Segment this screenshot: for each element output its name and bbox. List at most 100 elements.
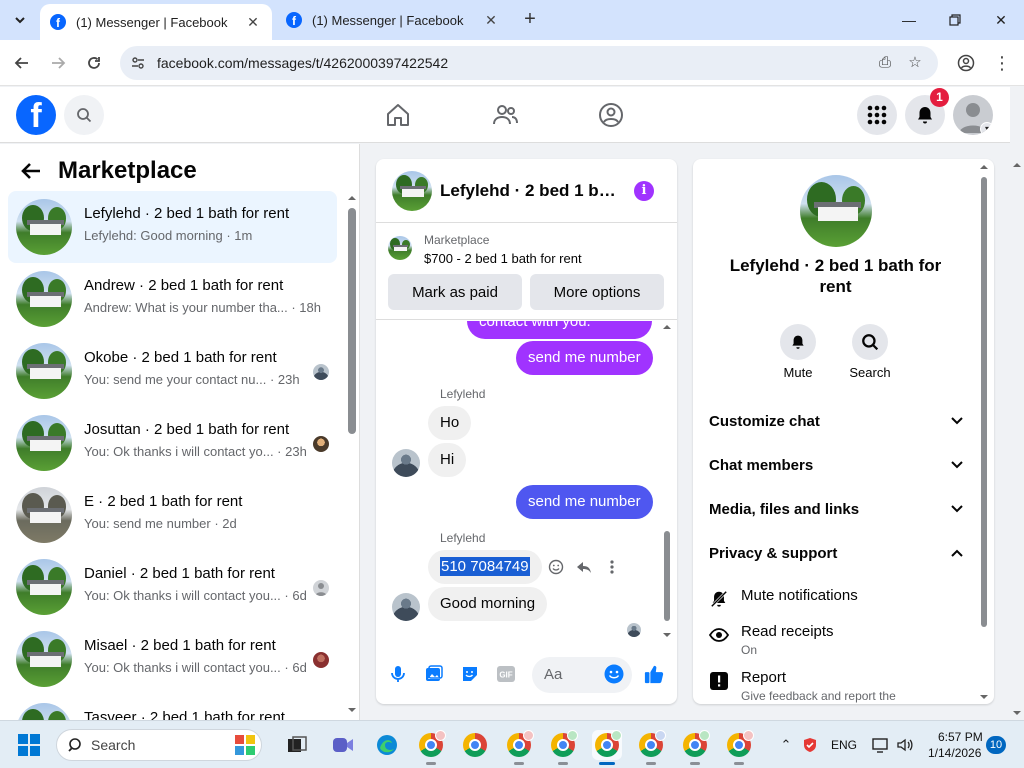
back-arrow-icon[interactable] (20, 160, 42, 182)
profile-button[interactable] (954, 51, 978, 75)
site-info-icon[interactable] (130, 55, 146, 71)
chevron-up-icon[interactable]: ⌃ (777, 736, 795, 754)
chrome-window-7[interactable] (680, 730, 710, 765)
browser-tab-1[interactable]: f (1) Messenger | Facebook ✕ (40, 4, 272, 40)
thumbs-up-icon[interactable] (644, 664, 664, 684)
sticker-icon[interactable] (460, 664, 480, 684)
chrome-window-6[interactable] (636, 730, 666, 765)
scroll-down-arrow-icon[interactable] (662, 631, 672, 639)
sender-avatar[interactable] (392, 449, 420, 477)
scrollbar-thumb[interactable] (981, 177, 987, 627)
mute-button[interactable] (780, 324, 816, 360)
bookmark-star-icon[interactable]: ☆ (906, 54, 924, 72)
forward-button[interactable] (46, 51, 70, 75)
chrome-window-2[interactable] (460, 730, 490, 760)
restore-button[interactable] (940, 8, 970, 32)
conversation-item[interactable]: Josuttan · 2 bed 1 bath for rent You: Ok… (8, 407, 337, 479)
notification-center-badge[interactable]: 10 (986, 736, 1006, 754)
clock-time[interactable]: 6:57 PM (938, 730, 983, 744)
task-view-icon[interactable] (282, 730, 312, 760)
scroll-down-arrow-icon[interactable] (348, 706, 356, 714)
close-window-button[interactable]: ✕ (986, 8, 1016, 32)
clock-date[interactable]: 1/14/2026 (928, 746, 981, 760)
back-button[interactable] (10, 51, 34, 75)
chrome-window-4[interactable] (548, 730, 578, 765)
microphone-icon[interactable] (388, 664, 408, 684)
groups-nav-button[interactable] (597, 101, 625, 129)
account-avatar[interactable]: ▾ (953, 95, 993, 135)
info-panel-scrollbar[interactable] (978, 163, 990, 703)
conversation-item[interactable]: Daniel · 2 bed 1 bath for rent You: Ok t… (8, 551, 337, 623)
reply-icon[interactable] (574, 557, 594, 577)
vpn-shield-icon[interactable] (801, 736, 819, 754)
sender-avatar[interactable] (392, 593, 420, 621)
message-incoming[interactable]: Good morning (428, 587, 548, 621)
chat-title[interactable]: Lefylehd · 2 bed 1 ba... (440, 181, 620, 201)
browser-tab-2[interactable]: f (1) Messenger | Facebook ✕ (276, 4, 510, 36)
conversation-item[interactable]: Lefylehd · 2 bed 1 bath for rent Lefyleh… (8, 191, 337, 263)
conversation-list-scrollbar[interactable] (348, 194, 356, 714)
mark-as-paid-button[interactable]: Mark as paid (388, 274, 522, 310)
section-privacy-support[interactable]: Privacy & support (709, 541, 964, 565)
close-tab-icon[interactable]: ✕ (482, 11, 500, 29)
install-app-icon[interactable]: ⎙ (876, 54, 894, 72)
home-nav-button[interactable] (384, 101, 412, 129)
facebook-search-button[interactable] (64, 95, 104, 135)
listing-title[interactable]: $700 - 2 bed 1 bath for rent (424, 251, 582, 266)
close-tab-icon[interactable]: ✕ (244, 13, 262, 31)
message-incoming[interactable]: Ho (428, 406, 472, 440)
more-options-button[interactable]: More options (530, 274, 664, 310)
scroll-down-arrow-icon[interactable] (1010, 708, 1024, 718)
message-incoming[interactable]: Hi (428, 443, 467, 477)
chrome-window-5[interactable] (592, 730, 622, 765)
profile-thumbnail[interactable] (800, 175, 872, 247)
page-scrollbar[interactable] (1010, 160, 1024, 718)
search-in-conversation-button[interactable] (852, 324, 888, 360)
more-actions-icon[interactable] (602, 557, 622, 577)
scroll-down-arrow-icon[interactable] (978, 693, 990, 701)
section-media-files-links[interactable]: Media, files and links (709, 497, 964, 521)
chrome-window-1[interactable] (416, 730, 446, 765)
conversation-item[interactable]: Tasveer · 2 bed 1 bath for rent (8, 695, 337, 720)
scrollbar-thumb[interactable] (664, 531, 670, 621)
scroll-up-arrow-icon[interactable] (662, 323, 672, 331)
new-tab-button[interactable]: + (520, 9, 540, 30)
emoji-icon[interactable] (604, 664, 624, 684)
chrome-window-8[interactable] (724, 730, 754, 765)
friends-nav-button[interactable] (491, 101, 519, 129)
scroll-up-arrow-icon[interactable] (348, 194, 356, 202)
section-chat-members[interactable]: Chat members (709, 453, 964, 477)
minimize-button[interactable]: — (894, 8, 924, 32)
mute-notifications-item[interactable]: Mute notifications (709, 587, 969, 611)
scrollbar-thumb[interactable] (348, 208, 356, 434)
selected-message-text[interactable]: 510 7084749 (440, 557, 530, 576)
volume-icon[interactable] (896, 736, 914, 754)
widgets-icon[interactable] (230, 730, 260, 760)
section-customize-chat[interactable]: Customize chat (709, 409, 964, 433)
tab-search-button[interactable] (8, 8, 32, 32)
meet-app-icon[interactable] (328, 730, 358, 760)
menu-button[interactable] (857, 95, 897, 135)
facebook-logo-icon[interactable]: f (16, 95, 56, 135)
conversation-item[interactable]: E · 2 bed 1 bath for rent You: send me n… (8, 479, 337, 551)
info-icon[interactable]: i (634, 181, 654, 201)
chat-avatar[interactable] (392, 171, 432, 211)
report-item[interactable]: Report Give feedback and report the (709, 669, 969, 704)
message-outgoing[interactable]: send me number (516, 341, 653, 375)
message-outgoing[interactable]: contact with you. (467, 321, 652, 339)
display-icon[interactable] (872, 736, 890, 754)
address-bar[interactable]: facebook.com/messages/t/4262000397422542… (120, 46, 938, 80)
windows-start-icon[interactable] (18, 734, 40, 756)
react-emoji-icon[interactable] (546, 557, 566, 577)
edge-icon[interactable] (372, 730, 402, 760)
conversation-item[interactable]: Okobe · 2 bed 1 bath for rent You: send … (8, 335, 337, 407)
message-outgoing[interactable]: send me number (516, 485, 653, 519)
chrome-window-3[interactable] (504, 730, 534, 765)
reload-button[interactable] (82, 51, 106, 75)
message-incoming[interactable]: 510 7084749 (428, 550, 542, 584)
language-indicator[interactable]: ENG (831, 738, 857, 752)
gif-icon[interactable]: GIF (496, 664, 516, 684)
browser-menu-button[interactable]: ⋮ (990, 51, 1014, 75)
chat-scrollbar[interactable] (662, 321, 672, 641)
conversation-item[interactable]: Andrew · 2 bed 1 bath for rent Andrew: W… (8, 263, 337, 335)
